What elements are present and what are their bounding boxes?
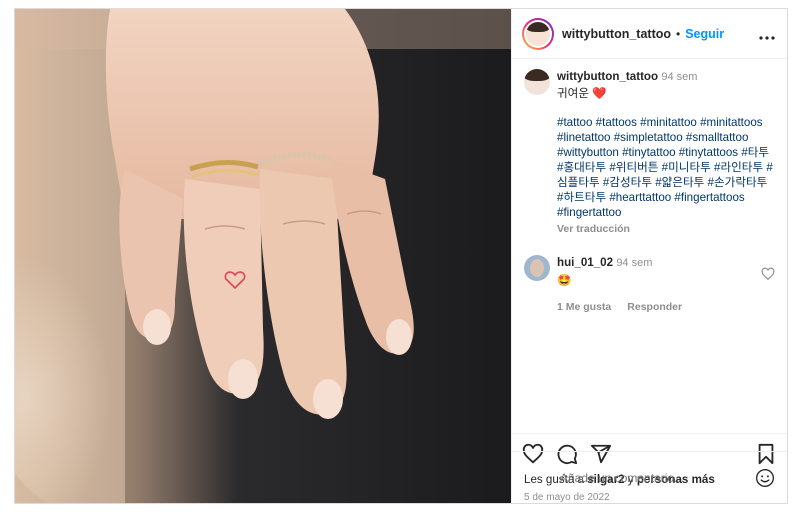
comment-like-icon[interactable] xyxy=(761,267,775,281)
author-username[interactable]: wittybutton_tattoo xyxy=(562,27,671,41)
caption-text: 귀여운 xyxy=(557,87,589,100)
post-dialog: wittybutton_tattoo • Seguir wittybutton_… xyxy=(14,8,788,504)
comment-composer xyxy=(512,451,787,503)
caption-username[interactable]: wittybutton_tattoo xyxy=(557,70,658,83)
author-avatar[interactable] xyxy=(522,17,554,50)
comment-time[interactable]: 94 sem xyxy=(616,257,652,269)
hand-tattoo-photo xyxy=(15,9,511,503)
comment-text: 🤩 xyxy=(557,274,572,287)
caption-hashtags[interactable]: #tattoo #tattoos #minitattoo #minitattoo… xyxy=(557,115,773,220)
more-options-icon[interactable] xyxy=(759,25,775,43)
caption-avatar[interactable] xyxy=(524,69,550,95)
red-heart-emoji: ❤️ xyxy=(592,87,607,100)
comments-section: wittybutton_tattoo 94 sem 귀여운 ❤️ #tattoo… xyxy=(512,59,787,433)
caption: wittybutton_tattoo 94 sem 귀여운 ❤️ #tattoo… xyxy=(524,69,775,237)
comment-likes[interactable]: 1 Me gusta xyxy=(557,300,611,315)
commenter-avatar[interactable] xyxy=(524,255,550,281)
separator-dot: • xyxy=(676,26,681,41)
post-header: wittybutton_tattoo • Seguir xyxy=(512,9,787,59)
translate-link[interactable]: Ver traducción xyxy=(557,222,773,237)
emoji-icon[interactable] xyxy=(755,468,775,488)
post-side-panel: wittybutton_tattoo • Seguir wittybutton_… xyxy=(511,9,787,503)
caption-time[interactable]: 94 sem xyxy=(661,71,697,83)
comment-input[interactable] xyxy=(560,470,740,485)
comment-item: hui_01_02 94 sem 🤩 1 Me gusta Responder xyxy=(524,255,775,315)
reply-button[interactable]: Responder xyxy=(627,300,682,315)
commenter-username[interactable]: hui_01_02 xyxy=(557,256,613,269)
follow-button[interactable]: Seguir xyxy=(685,27,724,41)
post-photo[interactable] xyxy=(15,9,511,503)
